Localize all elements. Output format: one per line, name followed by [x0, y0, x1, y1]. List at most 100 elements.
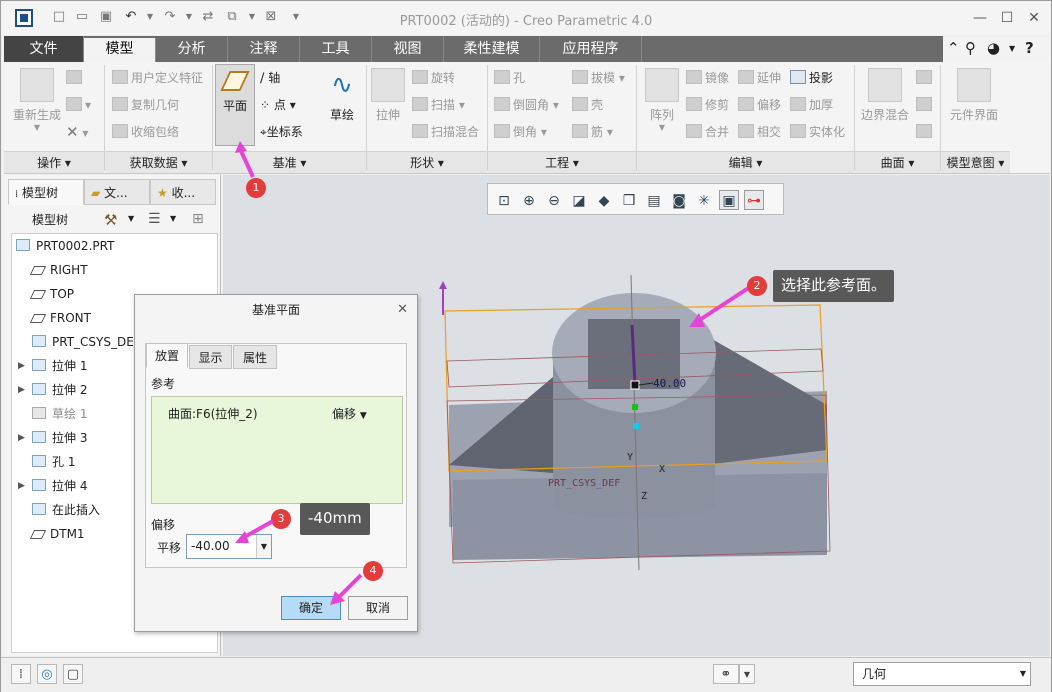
tree-item[interactable]: 孔 1	[32, 451, 75, 473]
csys-button[interactable]: ⌖坐标系	[260, 122, 303, 142]
surface-tool-1[interactable]	[916, 68, 935, 88]
udf-button[interactable]: 用户定义特征	[112, 68, 203, 88]
collapse-ribbon-icon[interactable]: ⌃	[947, 39, 960, 57]
community-icon[interactable]: ◕	[987, 39, 1000, 57]
group-label-shape[interactable]: 形状 ▾	[367, 151, 487, 173]
tree-item[interactable]: ▶ 拉伸 2	[18, 379, 87, 401]
dialog-close-icon[interactable]: ✕	[397, 302, 408, 318]
tree-item[interactable]: FRONT	[29, 307, 91, 329]
surface-tool-3[interactable]	[916, 122, 935, 142]
constraint-type-dropdown[interactable]: 偏移 ▼	[332, 405, 367, 422]
group-label-surfaces[interactable]: 曲面 ▾	[855, 151, 940, 173]
expand-arrow-icon[interactable]: ▶	[18, 355, 25, 377]
tab-annotate[interactable]: 注释	[228, 36, 300, 62]
extrude-button[interactable]: 拉伸	[368, 68, 408, 123]
tab-favorites[interactable]: ★ 收...	[150, 179, 216, 205]
sketch-button[interactable]: ∿ 草绘	[322, 68, 362, 123]
intersect-button[interactable]: 相交	[738, 122, 781, 142]
axis-button[interactable]: ∕ 轴	[260, 68, 280, 88]
tree-item[interactable]: 在此插入	[32, 499, 100, 521]
project-button[interactable]: 投影	[790, 68, 833, 88]
offset-dimension-text[interactable]: 40.00	[653, 377, 686, 390]
community-dropdown-icon[interactable]: ▼	[1009, 44, 1015, 53]
close-icon[interactable]: ✕	[1021, 7, 1047, 29]
display-style-icon[interactable]: ◆	[594, 190, 614, 210]
mirror-button[interactable]: 镜像	[686, 68, 729, 88]
selection-filter[interactable]: 几何 ▼	[853, 662, 1031, 686]
tab-applications[interactable]: 应用程序	[540, 36, 642, 62]
sweep-button[interactable]: 扫描 ▾	[412, 95, 465, 115]
datum-display-icon[interactable]: ✳	[694, 190, 714, 210]
reference-item[interactable]: 曲面:F6(拉伸_2)	[168, 405, 258, 422]
tree-item[interactable]: TOP	[29, 283, 74, 305]
tab-model-tree[interactable]: ⁞ 模型树	[8, 179, 84, 205]
tree-columns-dropdown-icon[interactable]: ▼	[170, 214, 176, 223]
rib-button[interactable]: 筋 ▾	[572, 122, 613, 142]
group-label-edit[interactable]: 编辑 ▾	[637, 151, 854, 173]
tree-settings-dropdown-icon[interactable]: ▼	[128, 214, 134, 223]
tab-analysis[interactable]: 分析	[156, 36, 228, 62]
merge-button[interactable]: 合并	[686, 122, 729, 142]
group-label-operations[interactable]: 操作 ▾	[4, 151, 104, 173]
annotation-display-icon[interactable]: ⊶	[744, 190, 764, 210]
search-icon[interactable]: ⚲	[965, 39, 976, 57]
tree-item[interactable]: DTM1	[29, 523, 85, 545]
tab-file-browser[interactable]: ▰ 文...	[84, 179, 150, 205]
hole-button[interactable]: 孔	[494, 68, 525, 88]
chamfer-button[interactable]: 倒角 ▾	[494, 122, 547, 142]
perspective-icon[interactable]: ◙	[669, 190, 689, 210]
minimize-icon[interactable]: —	[967, 7, 993, 29]
expand-arrow-icon[interactable]: ▶	[18, 475, 25, 497]
delete-button[interactable]: ✕ ▾	[66, 122, 88, 142]
extend-button[interactable]: 延伸	[738, 68, 781, 88]
solidify-button[interactable]: 实体化	[790, 122, 845, 142]
draft-button[interactable]: 拔模 ▾	[572, 68, 625, 88]
tree-item[interactable]: ▶ 拉伸 3	[18, 427, 87, 449]
view-manager-icon[interactable]: ▤	[644, 190, 664, 210]
copy-geometry-button[interactable]: 复制几何	[112, 95, 179, 115]
paste-button[interactable]: ▾	[66, 95, 91, 115]
offset-button[interactable]: 偏移	[738, 95, 781, 115]
expand-arrow-icon[interactable]: ▶	[18, 427, 25, 449]
plane-button[interactable]: 平面	[215, 64, 255, 146]
repaint-icon[interactable]: ◪	[569, 190, 589, 210]
references-list[interactable]: 曲面:F6(拉伸_2) 偏移 ▼	[151, 396, 403, 504]
tree-columns-icon[interactable]: ☰	[148, 211, 161, 227]
shell-button[interactable]: 壳	[572, 95, 603, 115]
tree-item[interactable]: PRT0002.PRT	[16, 235, 114, 257]
tree-item[interactable]: ▶ 拉伸 4	[18, 475, 87, 497]
pattern-button[interactable]: 阵列 ▼	[642, 68, 682, 132]
help-icon[interactable]: ?	[1025, 39, 1034, 57]
expand-arrow-icon[interactable]: ▶	[18, 379, 25, 401]
sweep-blend-button[interactable]: 扫描混合	[412, 122, 479, 142]
group-label-get-data[interactable]: 获取数据 ▾	[105, 151, 212, 173]
tree-settings-icon[interactable]: ⚒	[104, 211, 117, 229]
spin-center-icon[interactable]: ▣	[719, 190, 739, 210]
shrinkwrap-button[interactable]: 收缩包络	[112, 122, 179, 142]
saved-views-icon[interactable]: ❒	[619, 190, 639, 210]
offset-drag-handle[interactable]	[630, 380, 640, 390]
zoom-in-icon[interactable]: ⊕	[519, 190, 539, 210]
model-tree-toggle-icon[interactable]: ⁞	[11, 664, 31, 684]
find-icon[interactable]: ⚭	[713, 664, 739, 684]
refit-icon[interactable]: ⊡	[494, 190, 514, 210]
copy-button[interactable]	[66, 68, 85, 88]
tab-display[interactable]: 显示	[189, 345, 232, 369]
tree-filter-icon[interactable]: ⊞	[192, 211, 204, 227]
zoom-out-icon[interactable]: ⊖	[544, 190, 564, 210]
tab-file[interactable]: 文件	[4, 36, 84, 62]
tab-flexible-modeling[interactable]: 柔性建模	[444, 36, 540, 62]
trim-button[interactable]: 修剪	[686, 95, 729, 115]
thicken-button[interactable]: 加厚	[790, 95, 833, 115]
boundary-blend-button[interactable]: 边界混合	[856, 68, 914, 123]
tab-properties[interactable]: 属性	[233, 345, 277, 369]
full-screen-icon[interactable]: ▢	[63, 664, 83, 684]
tab-view[interactable]: 视图	[372, 36, 444, 62]
regenerate-button[interactable]: 重新生成 ▼	[8, 68, 66, 132]
point-button[interactable]: ⁘ 点 ▾	[260, 95, 296, 115]
round-button[interactable]: 倒圆角 ▾	[494, 95, 559, 115]
surface-tool-2[interactable]	[916, 95, 935, 115]
component-interface-button[interactable]: 元件界面	[944, 68, 1004, 123]
browser-toggle-icon[interactable]: ◎	[37, 664, 57, 684]
maximize-icon[interactable]: ☐	[994, 7, 1020, 29]
